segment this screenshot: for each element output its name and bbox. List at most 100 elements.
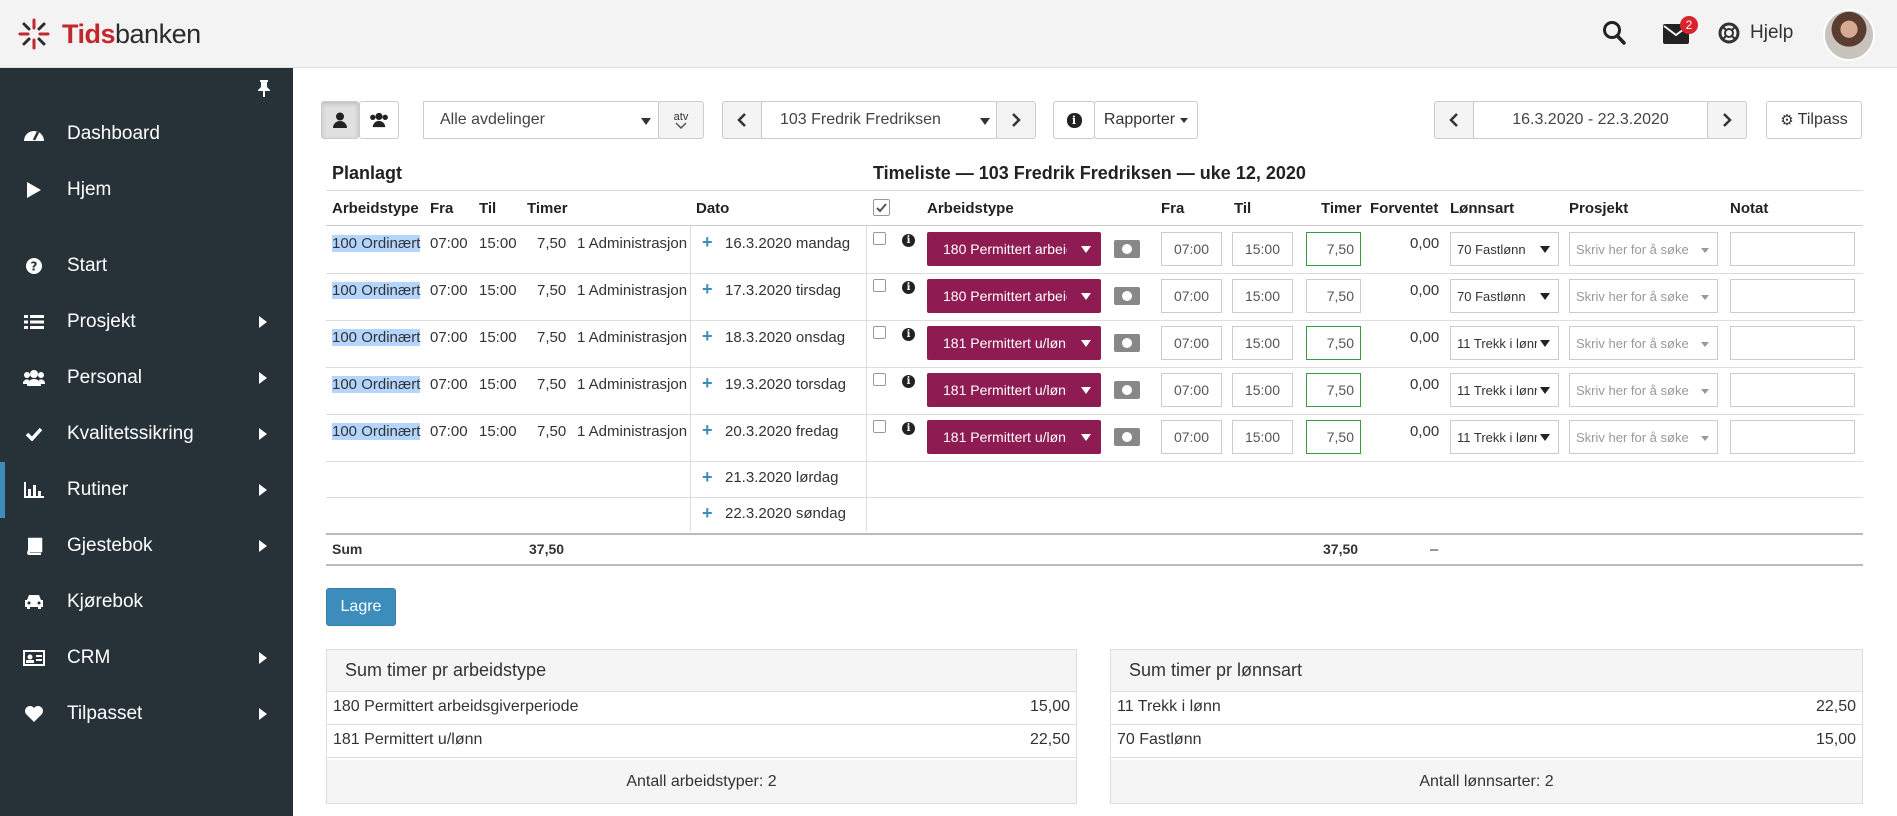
ts-from-input[interactable]: 07:00 bbox=[1161, 326, 1222, 360]
sidebar-item-prosjekt[interactable]: Prosjekt bbox=[0, 294, 293, 350]
note-input[interactable] bbox=[1730, 373, 1855, 407]
project-search-input[interactable]: Skriv her for å søke bbox=[1569, 232, 1718, 266]
remove-entry-button[interactable] bbox=[1114, 287, 1140, 305]
date-range-field[interactable]: 16.3.2020 - 22.3.2020 bbox=[1473, 101, 1708, 139]
add-entry-icon[interactable]: + bbox=[702, 326, 713, 347]
ts-to-input[interactable]: 15:00 bbox=[1232, 232, 1293, 266]
worktype-select[interactable]: 180 Permittert arbeidsgiverperiode bbox=[927, 279, 1101, 313]
worktype-select[interactable]: 181 Permittert u/lønn bbox=[927, 326, 1101, 360]
sidebar-item-label: Kjørebok bbox=[67, 591, 144, 612]
previous-week-button[interactable] bbox=[1434, 101, 1474, 139]
chevron-right-icon bbox=[1012, 113, 1021, 127]
search-button[interactable] bbox=[1602, 20, 1626, 51]
ts-from-input[interactable]: 07:00 bbox=[1161, 232, 1222, 266]
ts-header-project: Prosjekt bbox=[1569, 200, 1629, 217]
project-search-input[interactable]: Skriv her for å søke bbox=[1569, 373, 1718, 407]
info-icon[interactable]: i bbox=[902, 422, 915, 435]
next-employee-button[interactable] bbox=[996, 101, 1036, 139]
add-entry-icon[interactable]: + bbox=[702, 232, 713, 253]
project-search-input[interactable]: Skriv her for å søke bbox=[1569, 420, 1718, 454]
sidebar-item-hjem[interactable]: Hjem bbox=[0, 162, 293, 218]
add-entry-icon[interactable]: + bbox=[702, 503, 713, 524]
sidebar-item-tilpasset[interactable]: Tilpasset bbox=[0, 686, 293, 742]
row-checkbox[interactable] bbox=[873, 420, 886, 433]
add-entry-icon[interactable]: + bbox=[702, 420, 713, 441]
ts-expected: 0,00 bbox=[1410, 235, 1440, 252]
pin-icon[interactable] bbox=[254, 78, 274, 98]
sidebar-item-dashboard[interactable]: Dashboard bbox=[0, 106, 293, 162]
planned-date: 21.3.2020 lørdag bbox=[725, 469, 839, 486]
ts-from-input[interactable]: 07:00 bbox=[1161, 373, 1222, 407]
row-checkbox[interactable] bbox=[873, 279, 886, 292]
ts-to-input[interactable]: 15:00 bbox=[1232, 373, 1293, 407]
sidebar-item-kvalitetssikring[interactable]: Kvalitetssikring bbox=[0, 406, 293, 462]
ts-hours-input[interactable]: 7,50 bbox=[1306, 373, 1361, 407]
add-entry-icon[interactable]: + bbox=[702, 279, 713, 300]
ts-to-input[interactable]: 15:00 bbox=[1232, 279, 1293, 313]
ts-hours-input[interactable]: 7,50 bbox=[1306, 232, 1361, 266]
info-icon[interactable]: i bbox=[902, 281, 915, 294]
add-entry-icon[interactable]: + bbox=[702, 373, 713, 394]
note-input[interactable] bbox=[1730, 326, 1855, 360]
note-input[interactable] bbox=[1730, 420, 1855, 454]
sum-label: Sum bbox=[332, 541, 363, 557]
sidebar-item-kjorebok[interactable]: Kjørebok bbox=[0, 574, 293, 630]
customize-button[interactable]: ⚙ Tilpass bbox=[1766, 101, 1862, 139]
next-week-button[interactable] bbox=[1707, 101, 1747, 139]
planned-hours: 7,50 bbox=[537, 235, 567, 252]
reports-dropdown[interactable]: Rapporter bbox=[1094, 101, 1198, 139]
messages-button[interactable]: 2 bbox=[1663, 16, 1698, 49]
pay-type-select[interactable]: 70 Fastlønn bbox=[1450, 279, 1559, 313]
info-button[interactable]: i bbox=[1053, 101, 1095, 139]
single-user-view-button[interactable] bbox=[321, 101, 359, 139]
pay-type-select[interactable]: 11 Trekk i lønn bbox=[1450, 373, 1559, 407]
worktype-select[interactable]: 180 Permittert arbeidsgiverperiode bbox=[927, 232, 1101, 266]
note-input[interactable] bbox=[1730, 279, 1855, 313]
logo[interactable]: Tidsbanken bbox=[16, 16, 201, 52]
group-view-button[interactable] bbox=[359, 101, 399, 139]
worktype-select[interactable]: 181 Permittert u/lønn bbox=[927, 373, 1101, 407]
avatar[interactable] bbox=[1823, 9, 1875, 61]
row-checkbox[interactable] bbox=[873, 326, 886, 339]
row-checkbox[interactable] bbox=[873, 232, 886, 245]
sidebar-item-personal[interactable]: Personal bbox=[0, 350, 293, 406]
sidebar-item-start[interactable]: ? Start bbox=[0, 238, 293, 294]
info-icon[interactable]: i bbox=[902, 234, 915, 247]
save-button[interactable]: Lagre bbox=[326, 588, 396, 626]
ts-hours-input[interactable]: 7,50 bbox=[1306, 326, 1361, 360]
pay-type-select[interactable]: 70 Fastlønn bbox=[1450, 232, 1559, 266]
sidebar-item-gjestebok[interactable]: Gjestebok bbox=[0, 518, 293, 574]
project-search-input[interactable]: Skriv her for å søke bbox=[1569, 279, 1718, 313]
pay-type-select[interactable]: 11 Trekk i lønn bbox=[1450, 420, 1559, 454]
pay-type-value: 70 Fastlønn bbox=[1457, 288, 1526, 304]
previous-employee-button[interactable] bbox=[722, 101, 762, 139]
sidebar-item-rutiner[interactable]: Rutiner bbox=[0, 462, 293, 518]
help-link[interactable]: Hjelp bbox=[1718, 22, 1793, 44]
ts-to-input[interactable]: 15:00 bbox=[1232, 326, 1293, 360]
info-icon[interactable]: i bbox=[902, 375, 915, 388]
remove-entry-button[interactable] bbox=[1114, 428, 1140, 446]
info-icon[interactable]: i bbox=[902, 328, 915, 341]
planned-date: 20.3.2020 fredag bbox=[725, 423, 839, 440]
remove-entry-button[interactable] bbox=[1114, 240, 1140, 258]
remove-entry-button[interactable] bbox=[1114, 381, 1140, 399]
worktype-select[interactable]: 181 Permittert u/lønn bbox=[927, 420, 1101, 454]
planned-date: 16.3.2020 mandag bbox=[725, 235, 851, 252]
ts-hours-input[interactable]: 7,50 bbox=[1306, 420, 1361, 454]
project-search-input[interactable]: Skriv her for å søke bbox=[1569, 326, 1718, 360]
ts-hours-input[interactable]: 7,50 bbox=[1306, 279, 1361, 313]
ts-from-input[interactable]: 07:00 bbox=[1161, 279, 1222, 313]
add-entry-icon[interactable]: + bbox=[702, 467, 713, 488]
select-all-checkbox[interactable] bbox=[873, 199, 890, 216]
employee-select[interactable]: 103 Fredrik Fredriksen bbox=[761, 101, 997, 139]
department-select[interactable]: Alle avdelinger bbox=[423, 101, 659, 139]
row-checkbox[interactable] bbox=[873, 373, 886, 386]
ts-from-input[interactable]: 07:00 bbox=[1161, 420, 1222, 454]
remove-entry-button[interactable] bbox=[1114, 334, 1140, 352]
note-input[interactable] bbox=[1730, 232, 1855, 266]
atv-button[interactable]: atv bbox=[658, 101, 704, 139]
chevron-right-icon bbox=[259, 708, 267, 720]
pay-type-select[interactable]: 11 Trekk i lønn bbox=[1450, 326, 1559, 360]
ts-to-input[interactable]: 15:00 bbox=[1232, 420, 1293, 454]
sidebar-item-crm[interactable]: CRM bbox=[0, 630, 293, 686]
